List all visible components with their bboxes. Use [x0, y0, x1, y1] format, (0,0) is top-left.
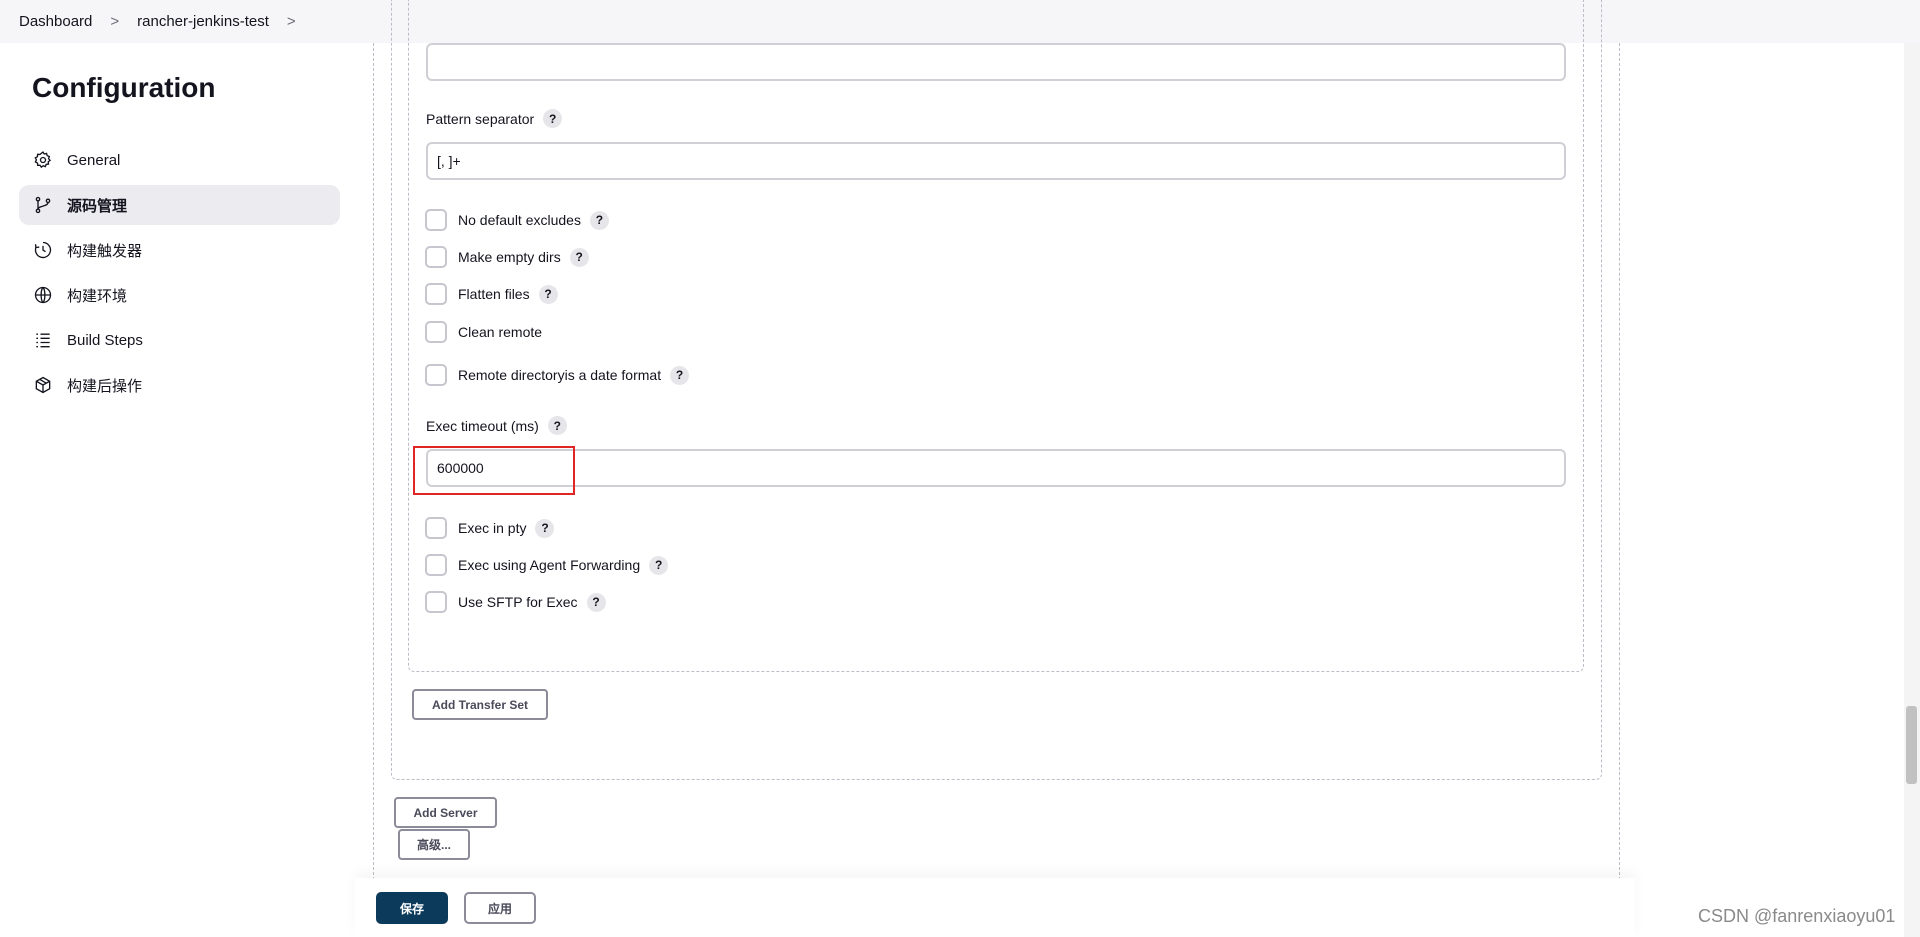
checkbox-clean-remote: Clean remote — [425, 321, 542, 343]
checkbox[interactable] — [425, 517, 447, 539]
chevron-right-icon[interactable]: > — [287, 13, 296, 30]
help-icon[interactable]: ? — [649, 555, 669, 575]
help-icon[interactable]: ? — [589, 210, 609, 230]
apply-button[interactable]: 应用 — [464, 892, 536, 924]
checkbox-label: No default excludes — [458, 212, 581, 228]
checkbox-label: Flatten files — [458, 286, 530, 302]
section-border-left — [373, 43, 374, 880]
sidebar-item-post-build[interactable]: 构建后操作 — [19, 365, 340, 405]
top-text-input[interactable] — [426, 43, 1566, 81]
section-border-right — [1619, 43, 1620, 880]
checkbox[interactable] — [425, 321, 447, 343]
help-icon[interactable]: ? — [569, 247, 589, 267]
sidebar-nav: General 源码管理 构建触发器 构建环境 Build Steps 构建后操… — [19, 140, 340, 410]
sidebar-item-triggers[interactable]: 构建触发器 — [19, 230, 340, 270]
pattern-separator-label: Pattern separator ? — [426, 109, 563, 128]
breadcrumb-job[interactable]: rancher-jenkins-test — [137, 13, 269, 30]
list-icon — [32, 329, 54, 351]
add-server-button[interactable]: Add Server — [394, 797, 497, 828]
checkbox[interactable] — [425, 246, 447, 268]
help-icon[interactable]: ? — [535, 518, 555, 538]
globe-icon — [32, 284, 54, 306]
watermark: CSDN @fanrenxiaoyu01 — [1698, 906, 1896, 926]
clock-icon — [32, 239, 54, 261]
checkbox-agent-forwarding: Exec using Agent Forwarding ? — [425, 554, 669, 576]
help-icon[interactable]: ? — [547, 416, 567, 435]
breadcrumb-dashboard[interactable]: Dashboard — [19, 13, 92, 30]
bottom-action-bar — [355, 878, 1635, 937]
checkbox-flatten-files: Flatten files ? — [425, 283, 558, 305]
sidebar-item-label: 源码管理 — [67, 197, 128, 215]
help-icon[interactable]: ? — [538, 284, 558, 304]
checkbox-exec-in-pty: Exec in pty ? — [425, 517, 555, 539]
sidebar-item-label: 构建环境 — [67, 287, 128, 305]
checkbox[interactable] — [425, 554, 447, 576]
scrollbar-track[interactable] — [1904, 43, 1920, 937]
checkbox-remote-date-format: Remote directoryis a date format ? — [425, 364, 690, 386]
add-transfer-set-button[interactable]: Add Transfer Set — [412, 689, 548, 720]
sidebar-item-label: Build Steps — [67, 331, 143, 349]
branch-icon — [32, 194, 54, 216]
package-icon — [32, 374, 54, 396]
save-button[interactable]: 保存 — [376, 892, 448, 924]
exec-timeout-label: Exec timeout (ms) ? — [426, 416, 567, 435]
checkbox[interactable] — [425, 591, 447, 613]
checkbox[interactable] — [425, 209, 447, 231]
annotation-highlight-box — [413, 446, 575, 495]
scrollbar-thumb[interactable] — [1906, 706, 1917, 784]
help-icon[interactable]: ? — [543, 109, 563, 128]
checkbox-use-sftp: Use SFTP for Exec ? — [425, 591, 606, 613]
checkbox[interactable] — [425, 283, 447, 305]
sidebar-item-label: 构建后操作 — [67, 377, 143, 395]
pattern-separator-input[interactable]: [, ]+ — [426, 142, 1566, 180]
help-icon[interactable]: ? — [670, 365, 690, 385]
field-label-text: Exec timeout (ms) — [426, 417, 539, 434]
sidebar-item-environment[interactable]: 构建环境 — [19, 275, 340, 315]
exec-timeout-input[interactable]: 600000 — [426, 449, 1566, 487]
checkbox-label: Clean remote — [458, 324, 543, 340]
gear-icon — [32, 149, 54, 171]
checkbox-label: Use SFTP for Exec — [458, 594, 578, 610]
checkbox-label: Exec using Agent Forwarding — [458, 557, 641, 573]
checkbox-make-empty-dirs: Make empty dirs ? — [425, 246, 589, 268]
checkbox-label: Make empty dirs — [458, 249, 561, 265]
checkbox-label: Exec in pty — [458, 520, 527, 536]
checkbox[interactable] — [425, 364, 447, 386]
field-label-text: Pattern separator — [426, 110, 535, 127]
page-title: Configuration — [32, 72, 216, 103]
sidebar-item-general[interactable]: General — [19, 140, 340, 180]
checkbox-no-default-excludes: No default excludes ? — [425, 209, 609, 231]
checkbox-label: Remote directoryis a date format — [458, 367, 662, 383]
sidebar-item-label: General — [67, 151, 121, 169]
help-icon[interactable]: ? — [586, 592, 606, 612]
advanced-button[interactable]: 高级... — [398, 829, 470, 860]
sidebar-item-build-steps[interactable]: Build Steps — [19, 320, 340, 360]
sidebar-item-label: 构建触发器 — [67, 242, 143, 260]
sidebar-item-scm[interactable]: 源码管理 — [19, 185, 340, 225]
chevron-right-icon: > — [110, 13, 120, 30]
